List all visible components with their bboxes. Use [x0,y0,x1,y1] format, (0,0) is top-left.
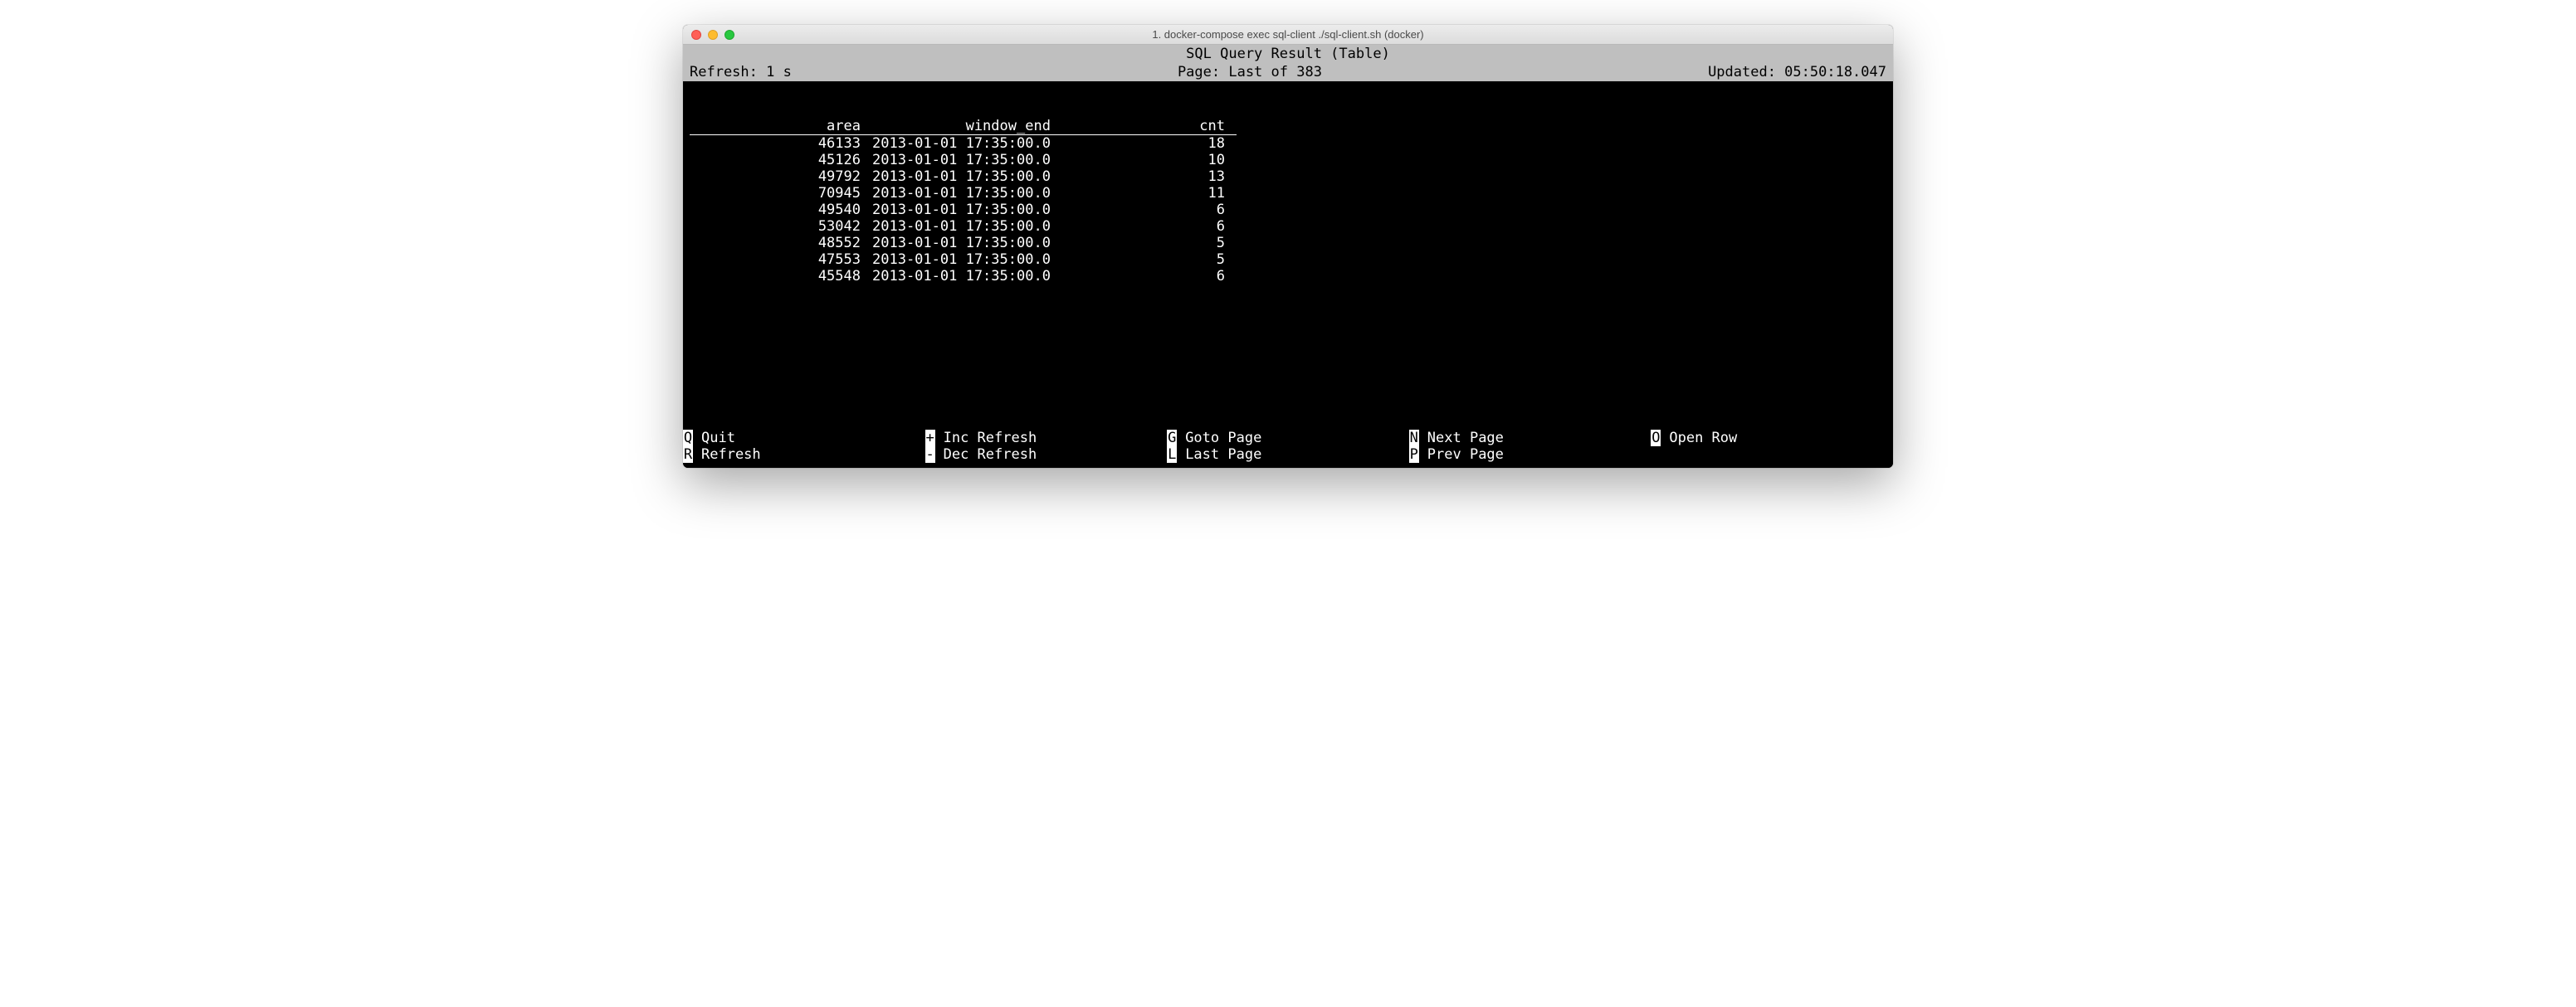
command-label: Last Page [1185,446,1261,463]
table-cell-area: 70945 [690,185,872,202]
key-badge: + [925,430,935,446]
footer-command-inc-refresh[interactable]: + Inc Refresh [925,430,1168,446]
command-label: Inc Refresh [944,430,1037,446]
maximize-icon[interactable] [724,30,734,40]
terminal-body: SQL Query Result (Table) Refresh: 1 s Pa… [683,45,1893,468]
table-row[interactable]: 497922013-01-01 17:35:00.013 [690,168,1237,185]
command-label: Dec Refresh [944,446,1037,463]
window-title: 1. docker-compose exec sql-client ./sql-… [683,28,1893,41]
table-cell-cnt: 11 [1062,185,1237,202]
footer-command-prev-page[interactable]: P Prev Page [1409,446,1651,463]
table-cell-area: 47553 [690,251,872,268]
footer-command-last-page[interactable]: L Last Page [1167,446,1409,463]
table-cell-window_end: 2013-01-01 17:35:00.0 [872,235,1062,251]
table-row[interactable]: 485522013-01-01 17:35:00.05 [690,235,1237,251]
table-cell-cnt: 10 [1062,152,1237,168]
table-cell-area: 45548 [690,268,872,285]
key-badge: - [925,446,935,463]
table-row[interactable]: 709452013-01-01 17:35:00.011 [690,185,1237,202]
footer-command-goto-page[interactable]: G Goto Page [1167,430,1409,446]
table-cell-window_end: 2013-01-01 17:35:00.0 [872,185,1062,202]
command-label: Refresh [701,446,761,463]
footer-column: Q Quit R Refresh [683,430,925,463]
table-cell-area: 49792 [690,168,872,185]
table-header-row: area window_end cnt [690,118,1237,135]
footer-column: O Open Row [1651,430,1893,463]
footer-command-refresh[interactable]: R Refresh [683,446,925,463]
table-cell-area: 45126 [690,152,872,168]
page-status: Page: Last of 383 [792,63,1708,81]
table-row[interactable]: 495402013-01-01 17:35:00.06 [690,202,1237,218]
table-cell-cnt: 13 [1062,168,1237,185]
table-cell-window_end: 2013-01-01 17:35:00.0 [872,168,1062,185]
table-cell-area: 46133 [690,135,872,153]
table-cell-window_end: 2013-01-01 17:35:00.0 [872,135,1062,153]
footer-column: N Next Page P Prev Page [1409,430,1651,463]
table-row[interactable]: 461332013-01-01 17:35:00.018 [690,135,1237,153]
table-cell-window_end: 2013-01-01 17:35:00.0 [872,152,1062,168]
status-bar: Refresh: 1 s Page: Last of 383 Updated: … [683,63,1893,81]
command-label: Prev Page [1427,446,1504,463]
col-header-cnt: cnt [1062,118,1237,135]
footer-commands: QQuitRRefresh+Inc Refresh-Dec RefreshGGo… [683,430,1893,468]
key-badge: O [1651,430,1661,446]
key-badge: P [1409,446,1419,463]
updated-status: Updated: 05:50:18.047 [1708,63,1886,81]
key-badge: G [1167,430,1177,446]
key-badge: R [683,446,693,463]
titlebar[interactable]: 1. docker-compose exec sql-client ./sql-… [683,25,1893,45]
col-header-window-end: window_end [872,118,1062,135]
table-cell-cnt: 6 [1062,268,1237,285]
col-header-area: area [690,118,872,135]
minimize-icon[interactable] [708,30,718,40]
command-label: Quit [701,430,735,446]
refresh-status: Refresh: 1 s [690,63,792,81]
footer-column: G Goto Page L Last Page [1167,430,1409,463]
key-badge: L [1167,446,1177,463]
command-label: Next Page [1427,430,1504,446]
command-label: Goto Page [1185,430,1261,446]
footer-command-next-page[interactable]: N Next Page [1409,430,1651,446]
footer-command-quit[interactable]: Q Quit [683,430,925,446]
terminal-window: 1. docker-compose exec sql-client ./sql-… [683,25,1893,468]
result-table: area window_end cnt 461332013-01-01 17:3… [690,118,1237,285]
close-icon[interactable] [691,30,701,40]
table-row[interactable]: 530422013-01-01 17:35:00.06 [690,218,1237,235]
table-cell-cnt: 6 [1062,202,1237,218]
footer-column: + Inc Refresh-Dec Refresh [925,430,1168,463]
command-label: Open Row [1669,430,1737,446]
key-badge: Q [683,430,693,446]
table-row[interactable]: 455482013-01-01 17:35:00.06 [690,268,1237,285]
table-row[interactable]: 475532013-01-01 17:35:00.05 [690,251,1237,268]
table-cell-area: 48552 [690,235,872,251]
table-cell-area: 53042 [690,218,872,235]
table-cell-cnt: 5 [1062,235,1237,251]
table-cell-cnt: 5 [1062,251,1237,268]
footer-command-dec-refresh[interactable]: -Dec Refresh [925,446,1168,463]
table-cell-window_end: 2013-01-01 17:35:00.0 [872,268,1062,285]
table-cell-cnt: 18 [1062,135,1237,153]
table-cell-area: 49540 [690,202,872,218]
table-cell-cnt: 6 [1062,218,1237,235]
table-row[interactable]: 451262013-01-01 17:35:00.010 [690,152,1237,168]
result-title: SQL Query Result (Table) [683,45,1893,63]
key-badge: N [1409,430,1419,446]
footer-command-open-row[interactable]: O Open Row [1651,430,1893,446]
table-cell-window_end: 2013-01-01 17:35:00.0 [872,251,1062,268]
table-cell-window_end: 2013-01-01 17:35:00.0 [872,218,1062,235]
table-cell-window_end: 2013-01-01 17:35:00.0 [872,202,1062,218]
window-controls [691,30,734,40]
result-content: area window_end cnt 461332013-01-01 17:3… [683,81,1893,430]
